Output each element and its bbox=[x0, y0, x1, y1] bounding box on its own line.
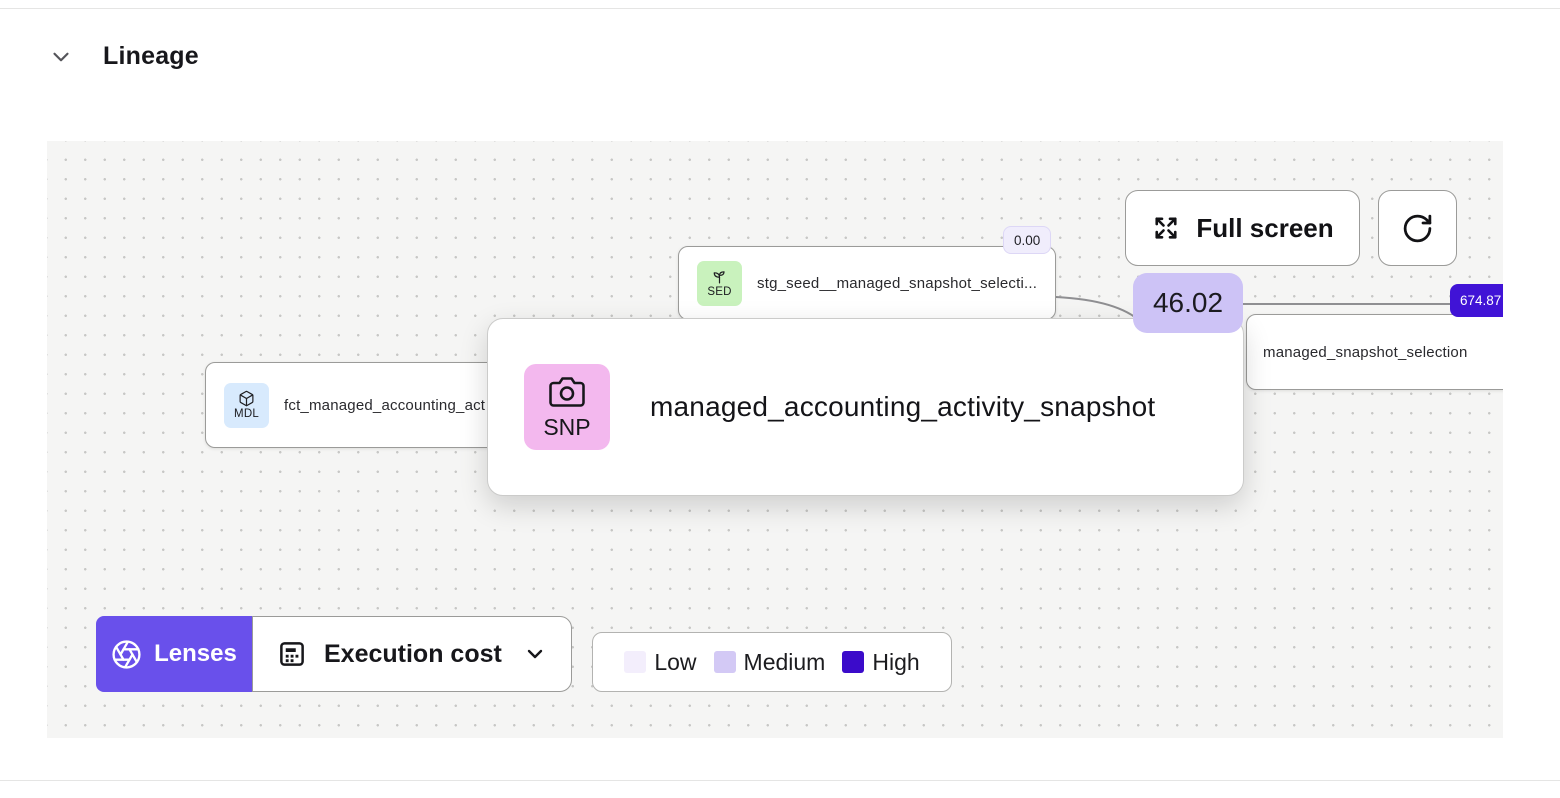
refresh-button[interactable] bbox=[1378, 190, 1457, 266]
cost-legend: Low Medium High bbox=[592, 632, 952, 692]
full-screen-label: Full screen bbox=[1196, 212, 1334, 243]
legend-swatch-low bbox=[624, 651, 647, 673]
top-divider bbox=[0, 8, 1560, 9]
chevron-down-icon bbox=[48, 44, 74, 70]
lenses-button-label: Lenses bbox=[154, 640, 237, 667]
node-hover-card[interactable]: SNP managed_accounting_activity_snapshot bbox=[487, 318, 1244, 496]
snapshot-type-label: SNP bbox=[543, 413, 591, 440]
node-label: managed_snapshot_selection bbox=[1263, 343, 1468, 361]
legend-label-low: Low bbox=[654, 648, 697, 675]
cube-icon bbox=[238, 390, 255, 407]
node-label: fct_managed_accounting_act bbox=[284, 396, 486, 414]
seedling-icon bbox=[711, 268, 728, 285]
selected-lens-label: Execution cost bbox=[324, 639, 502, 668]
legend-item-low: Low bbox=[624, 648, 697, 676]
chevron-down-icon bbox=[523, 642, 547, 666]
model-type-label: MDL bbox=[234, 408, 259, 420]
page-title: Lineage bbox=[103, 42, 199, 70]
node-label: stg_seed__managed_snapshot_selecti... bbox=[757, 274, 1038, 292]
snapshot-type-badge: SNP bbox=[524, 364, 610, 450]
refresh-icon bbox=[1401, 212, 1434, 245]
calculator-icon bbox=[277, 639, 307, 669]
collapse-section-button[interactable] bbox=[47, 43, 75, 71]
legend-swatch-medium bbox=[713, 651, 736, 673]
hover-card-title: managed_accounting_activity_snapshot bbox=[650, 391, 1156, 422]
legend-item-medium: Medium bbox=[713, 648, 826, 676]
model-type-badge: MDL bbox=[224, 382, 269, 428]
camera-icon bbox=[549, 374, 585, 410]
seed-type-label: SED bbox=[707, 286, 732, 298]
legend-item-high: High bbox=[842, 648, 920, 676]
legend-label-medium: Medium bbox=[743, 648, 826, 675]
node-selection[interactable]: managed_snapshot_selection bbox=[1246, 314, 1503, 390]
seed-cost-badge: 0.00 bbox=[1003, 226, 1052, 254]
lenses-control: Lenses Execution cost bbox=[96, 616, 572, 692]
lens-select-dropdown[interactable]: Execution cost bbox=[252, 616, 572, 692]
aperture-icon bbox=[111, 639, 142, 670]
lineage-section-header: Lineage bbox=[47, 42, 199, 71]
legend-swatch-high bbox=[842, 651, 865, 673]
expand-icon bbox=[1151, 213, 1181, 243]
lenses-button[interactable]: Lenses bbox=[96, 616, 252, 692]
legend-label-high: High bbox=[872, 648, 920, 675]
bottom-divider bbox=[0, 780, 1560, 781]
selection-cost-badge: 674.87 bbox=[1450, 284, 1503, 317]
seed-type-badge: SED bbox=[697, 260, 742, 306]
lineage-canvas[interactable]: SED stg_seed__managed_snapshot_selecti..… bbox=[47, 141, 1503, 738]
full-screen-button[interactable]: Full screen bbox=[1125, 190, 1360, 266]
hovered-cost-badge: 46.02 bbox=[1133, 273, 1243, 333]
node-seed[interactable]: SED stg_seed__managed_snapshot_selecti..… bbox=[678, 246, 1056, 320]
